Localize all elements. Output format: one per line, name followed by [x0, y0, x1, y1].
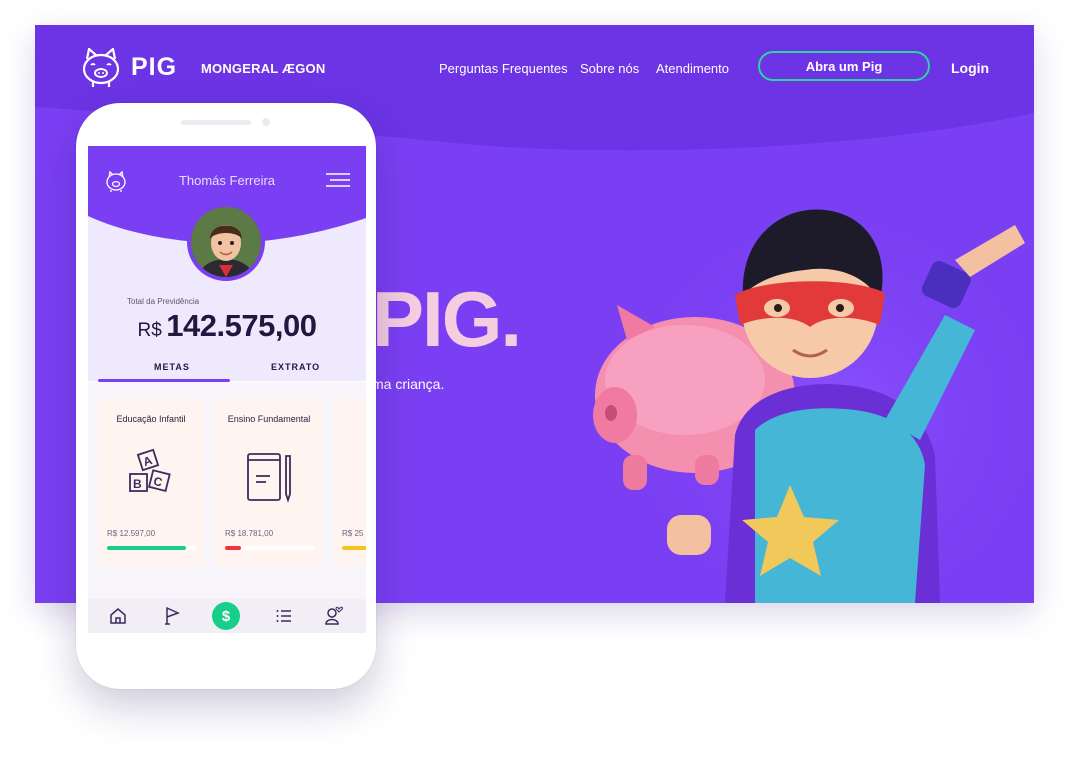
total-label: Total da Previdência — [127, 297, 200, 306]
app-header: Thomás Ferreira Total da Previdência R$ — [88, 146, 366, 382]
pig-logo[interactable]: PIG — [79, 45, 177, 89]
open-pig-button[interactable]: Abra um Pig — [758, 51, 930, 81]
hero-image — [593, 195, 1034, 603]
total-amount: R$ 142.575,00 — [88, 308, 366, 344]
app-screen: Thomás Ferreira Total da Previdência R$ — [88, 146, 366, 633]
avatar-photo-icon — [191, 207, 261, 277]
login-link[interactable]: Login — [951, 60, 989, 76]
brand-name: PIG — [131, 52, 178, 81]
tab-extrato[interactable]: EXTRATO — [271, 362, 320, 372]
goal-title: Educação Infantil — [116, 414, 186, 424]
phone-speaker — [181, 120, 251, 125]
profile-icon[interactable] — [324, 606, 344, 626]
abc-blocks-icon: A B C — [129, 448, 171, 493]
partner-logo: MONGERAL ÆGON — [201, 61, 326, 76]
nav-faq-link[interactable]: Perguntas Frequentes — [439, 61, 568, 76]
phone-mockup: Thomás Ferreira Total da Previdência R$ — [76, 103, 376, 689]
home-icon[interactable] — [108, 606, 128, 626]
phone-camera — [262, 118, 270, 126]
app-user-name: Thomás Ferreira — [178, 173, 276, 188]
goal-amount: R$ 18.781,00 — [225, 529, 274, 538]
svg-text:C: C — [152, 474, 164, 490]
goal-progress-track — [225, 546, 315, 550]
notebook-icon — [247, 453, 291, 503]
tab-metas[interactable]: METAS — [154, 362, 190, 372]
dollar-icon[interactable]: $ — [212, 602, 240, 630]
goal-card-educacao-infantil[interactable]: Educação Infantil A B C R$ 12.597,00 — [98, 398, 204, 566]
hero-title: PIG. — [372, 275, 522, 363]
goal-amount: R$ 25 — [342, 529, 364, 538]
goal-progress-fill — [107, 546, 187, 550]
hero-subtitle: ma criança. — [372, 376, 445, 392]
goal-progress-fill — [225, 546, 242, 550]
goal-title: Ensino Fundamental — [227, 414, 311, 424]
goal-card-partial[interactable]: R$ 25 — [334, 398, 366, 566]
svg-text:A: A — [141, 453, 154, 469]
hamburger-menu-icon[interactable] — [326, 172, 350, 188]
list-icon[interactable] — [274, 606, 294, 626]
goal-amount: R$ 12.597,00 — [107, 529, 156, 538]
goal-progress-fill — [342, 546, 366, 550]
goal-progress-track — [342, 546, 366, 550]
avatar[interactable] — [187, 203, 265, 281]
flag-icon[interactable] — [162, 606, 182, 626]
nav-about-link[interactable]: Sobre nós — [580, 61, 639, 76]
nav-support-link[interactable]: Atendimento — [656, 61, 729, 76]
goals-list: Educação Infantil A B C R$ 12.597,00 Ens… — [88, 382, 366, 599]
total-value: 142.575,00 — [166, 308, 317, 343]
svg-text:B: B — [133, 477, 142, 491]
goal-card-ensino-fundamental[interactable]: Ensino Fundamental R$ 18.781,00 — [216, 398, 322, 566]
goal-progress-track — [107, 546, 197, 550]
pig-logo-icon — [82, 47, 120, 87]
total-currency: R$ — [137, 320, 162, 341]
bottom-nav: $ — [88, 599, 366, 633]
